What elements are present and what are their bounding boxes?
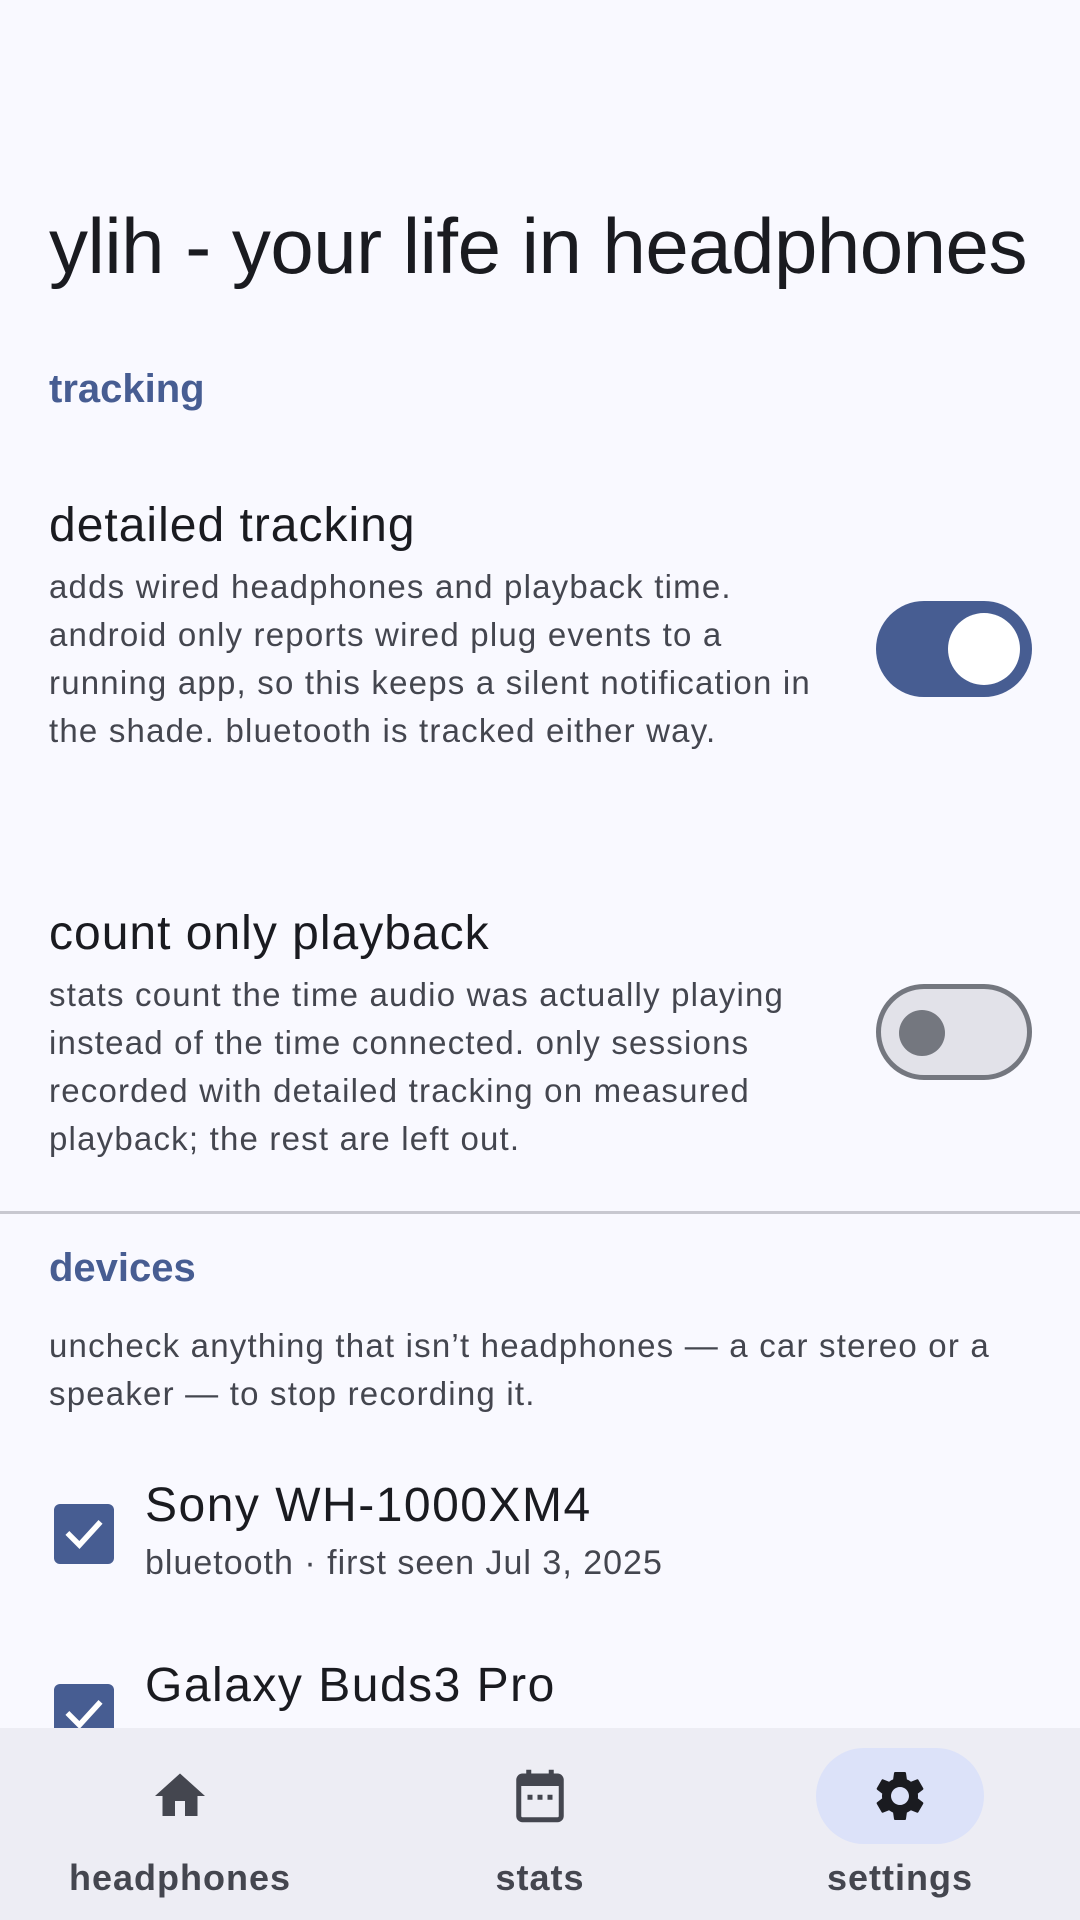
device-checkbox[interactable]	[54, 1504, 114, 1564]
setting-detailed-tracking[interactable]: detailed tracking adds wired headphones …	[0, 497, 1080, 807]
device-meta: bluetooth · first seen Jul 3, 2025	[145, 1544, 663, 1582]
detailed-tracking-toggle[interactable]	[876, 601, 1032, 697]
nav-item-headphones[interactable]: headphones	[0, 1728, 360, 1920]
setting-title: count only playback	[49, 907, 490, 960]
nav-label: headphones	[68, 1857, 292, 1898]
count-only-playback-toggle[interactable]	[876, 984, 1032, 1080]
setting-count-only-playback[interactable]: count only playback stats count the time…	[0, 905, 1080, 1165]
device-item-sony-wh-1000xm4[interactable]: Sony WH-1000XM4 bluetooth · first seen J…	[0, 1477, 1080, 1617]
section-divider	[0, 1211, 1080, 1214]
toggle-thumb	[899, 1010, 945, 1056]
settings-screen: ylih - your life in headphones tracking …	[0, 0, 1080, 1920]
devices-help-text: uncheck anything that isn’t headphones —…	[49, 1327, 990, 1412]
gear-icon	[876, 1772, 924, 1820]
setting-description: stats count the time audio was actually …	[49, 976, 785, 1157]
nav-item-stats[interactable]: stats	[360, 1728, 720, 1920]
section-header-tracking: tracking	[49, 367, 205, 411]
page-title: ylih - your life in headphones	[49, 202, 1027, 290]
device-name: Sony WH-1000XM4	[145, 1479, 592, 1532]
device-name: Galaxy Buds3 Pro	[145, 1659, 556, 1712]
section-header-devices: devices	[49, 1246, 196, 1290]
bottom-navigation: headphones stats settings	[0, 1728, 1080, 1920]
calendar-icon	[516, 1769, 564, 1823]
nav-item-settings[interactable]: settings	[720, 1728, 1080, 1920]
setting-title: detailed tracking	[49, 499, 416, 552]
check-icon	[65, 1520, 103, 1549]
setting-description: adds wired headphones and playback time.…	[49, 568, 811, 749]
nav-label: settings	[826, 1857, 974, 1898]
home-icon	[155, 1773, 205, 1816]
nav-label: stats	[495, 1857, 585, 1898]
toggle-thumb	[948, 613, 1020, 685]
